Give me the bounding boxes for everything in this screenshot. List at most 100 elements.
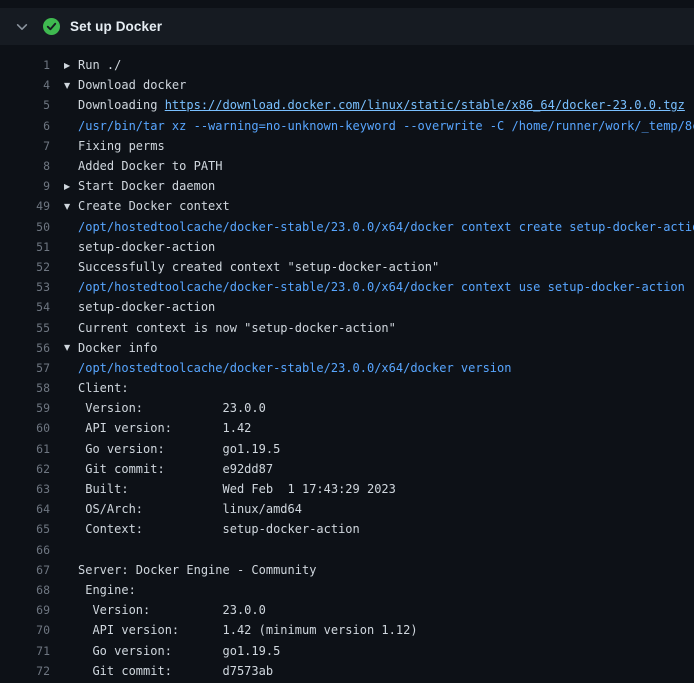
line-number[interactable]: 51 — [0, 240, 50, 254]
triangle-down-icon[interactable]: ▼ — [64, 81, 78, 90]
log-line: 5Downloading https://download.docker.com… — [0, 95, 694, 115]
log-line: 59 Version: 23.0.0 — [0, 398, 694, 418]
line-content: Current context is now "setup-docker-act… — [50, 321, 694, 335]
line-number[interactable]: 53 — [0, 280, 50, 294]
line-content: /usr/bin/tar xz --warning=no-unknown-key… — [50, 119, 694, 133]
line-number[interactable]: 1 — [0, 58, 50, 72]
log-text: Built: Wed Feb 1 17:43:29 2023 — [78, 482, 396, 496]
line-content: ▼Create Docker context — [50, 199, 694, 213]
log-line: 71 Go version: go1.19.5 — [0, 640, 694, 660]
log-line: 58 Client: — [0, 378, 694, 398]
triangle-right-icon[interactable]: ▶ — [64, 61, 78, 70]
log-text: setup-docker-action — [78, 300, 215, 314]
line-number[interactable]: 61 — [0, 442, 50, 456]
log-text: API version: 1.42 — [78, 421, 251, 435]
log-line: 6/usr/bin/tar xz --warning=no-unknown-ke… — [0, 116, 694, 136]
log-text: Version: 23.0.0 — [78, 401, 266, 415]
line-number[interactable]: 52 — [0, 260, 50, 274]
log-text: Run ./ — [78, 58, 121, 72]
triangle-right-icon[interactable]: ▶ — [64, 182, 78, 191]
log-line: 68 Engine: — [0, 580, 694, 600]
log-line: 7Fixing perms — [0, 136, 694, 156]
log-link[interactable]: https://download.docker.com/linux/static… — [165, 98, 685, 112]
log-line: 57/opt/hostedtoolcache/docker-stable/23.… — [0, 358, 694, 378]
log-line: 54 setup-docker-action — [0, 297, 694, 317]
line-content: Downloading https://download.docker.com/… — [50, 98, 694, 112]
log-line: 60 API version: 1.42 — [0, 418, 694, 438]
line-number[interactable]: 72 — [0, 664, 50, 678]
log-line: 65 Context: setup-docker-action — [0, 519, 694, 539]
line-number[interactable]: 56 — [0, 341, 50, 355]
chevron-down-icon[interactable] — [14, 19, 30, 35]
line-number[interactable]: 65 — [0, 522, 50, 536]
line-number[interactable]: 69 — [0, 603, 50, 617]
log-line: 8 Added Docker to PATH — [0, 156, 694, 176]
triangle-down-icon[interactable]: ▼ — [64, 202, 78, 211]
line-number[interactable]: 50 — [0, 220, 50, 234]
line-number[interactable]: 70 — [0, 623, 50, 637]
log-line: 52 Successfully created context "setup-do… — [0, 257, 694, 277]
line-content: Context: setup-docker-action — [50, 522, 694, 536]
line-number[interactable]: 64 — [0, 502, 50, 516]
step-header[interactable]: Set up Docker — [0, 8, 694, 45]
log-line: 61 Go version: go1.19.5 — [0, 439, 694, 459]
log-text: Go version: go1.19.5 — [78, 644, 280, 658]
log-line: 9 ▶Start Docker daemon — [0, 176, 694, 196]
log-text: API version: 1.42 (minimum version 1.12) — [78, 623, 418, 637]
log-line: 49▼Create Docker context — [0, 196, 694, 216]
log-text: OS/Arch: linux/amd64 — [78, 502, 302, 516]
line-number[interactable]: 49 — [0, 199, 50, 213]
line-number[interactable]: 7 — [0, 139, 50, 153]
line-number[interactable]: 62 — [0, 462, 50, 476]
step-title: Set up Docker — [70, 19, 162, 34]
line-number[interactable]: 4 — [0, 78, 50, 92]
log-line: 50/opt/hostedtoolcache/docker-stable/23.… — [0, 217, 694, 237]
line-number[interactable]: 57 — [0, 361, 50, 375]
log-text: Client: — [78, 381, 129, 395]
log-command: /opt/hostedtoolcache/docker-stable/23.0.… — [78, 220, 694, 234]
line-number[interactable]: 6 — [0, 119, 50, 133]
line-number[interactable]: 8 — [0, 159, 50, 173]
log-text: Go version: go1.19.5 — [78, 442, 280, 456]
log-line: 63 Built: Wed Feb 1 17:43:29 2023 — [0, 479, 694, 499]
line-content: setup-docker-action — [50, 240, 694, 254]
line-content: Built: Wed Feb 1 17:43:29 2023 — [50, 482, 694, 496]
log-text: Download docker — [78, 78, 186, 92]
line-number[interactable]: 67 — [0, 563, 50, 577]
line-number[interactable]: 5 — [0, 98, 50, 112]
line-number[interactable]: 68 — [0, 583, 50, 597]
line-number[interactable]: 63 — [0, 482, 50, 496]
line-number[interactable]: 58 — [0, 381, 50, 395]
line-content: API version: 1.42 (minimum version 1.12) — [50, 623, 694, 637]
log-line: 67Server: Docker Engine - Community — [0, 560, 694, 580]
line-number[interactable]: 54 — [0, 300, 50, 314]
triangle-down-icon[interactable]: ▼ — [64, 343, 78, 352]
log-text: Start Docker daemon — [78, 179, 215, 193]
line-content: Client: — [50, 381, 694, 395]
line-number[interactable]: 59 — [0, 401, 50, 415]
line-content: setup-docker-action — [50, 300, 694, 314]
log-text: Git commit: e92dd87 — [78, 462, 273, 476]
log-text: Added Docker to PATH — [78, 159, 223, 173]
log-line: 64 OS/Arch: linux/amd64 — [0, 499, 694, 519]
log-text: Docker info — [78, 341, 157, 355]
line-content: Engine: — [50, 583, 694, 597]
line-content: Git commit: d7573ab — [50, 664, 694, 678]
log-command: /usr/bin/tar xz --warning=no-unknown-key… — [78, 119, 694, 133]
line-number[interactable]: 9 — [0, 179, 50, 193]
log-line: 51setup-docker-action — [0, 237, 694, 257]
line-content: /opt/hostedtoolcache/docker-stable/23.0.… — [50, 280, 694, 294]
log-line: 66 — [0, 540, 694, 560]
line-content: OS/Arch: linux/amd64 — [50, 502, 694, 516]
log-line: 53/opt/hostedtoolcache/docker-stable/23.… — [0, 277, 694, 297]
line-number[interactable]: 60 — [0, 421, 50, 435]
line-content: Git commit: e92dd87 — [50, 462, 694, 476]
line-content: Added Docker to PATH — [50, 159, 694, 173]
line-content: ▼Download docker — [50, 78, 694, 92]
log-text: Git commit: d7573ab — [78, 664, 273, 678]
log-text: Successfully created context "setup-dock… — [78, 260, 439, 274]
line-number[interactable]: 55 — [0, 321, 50, 335]
log-line: 70 API version: 1.42 (minimum version 1.… — [0, 620, 694, 640]
line-number[interactable]: 71 — [0, 644, 50, 658]
line-number[interactable]: 66 — [0, 543, 50, 557]
